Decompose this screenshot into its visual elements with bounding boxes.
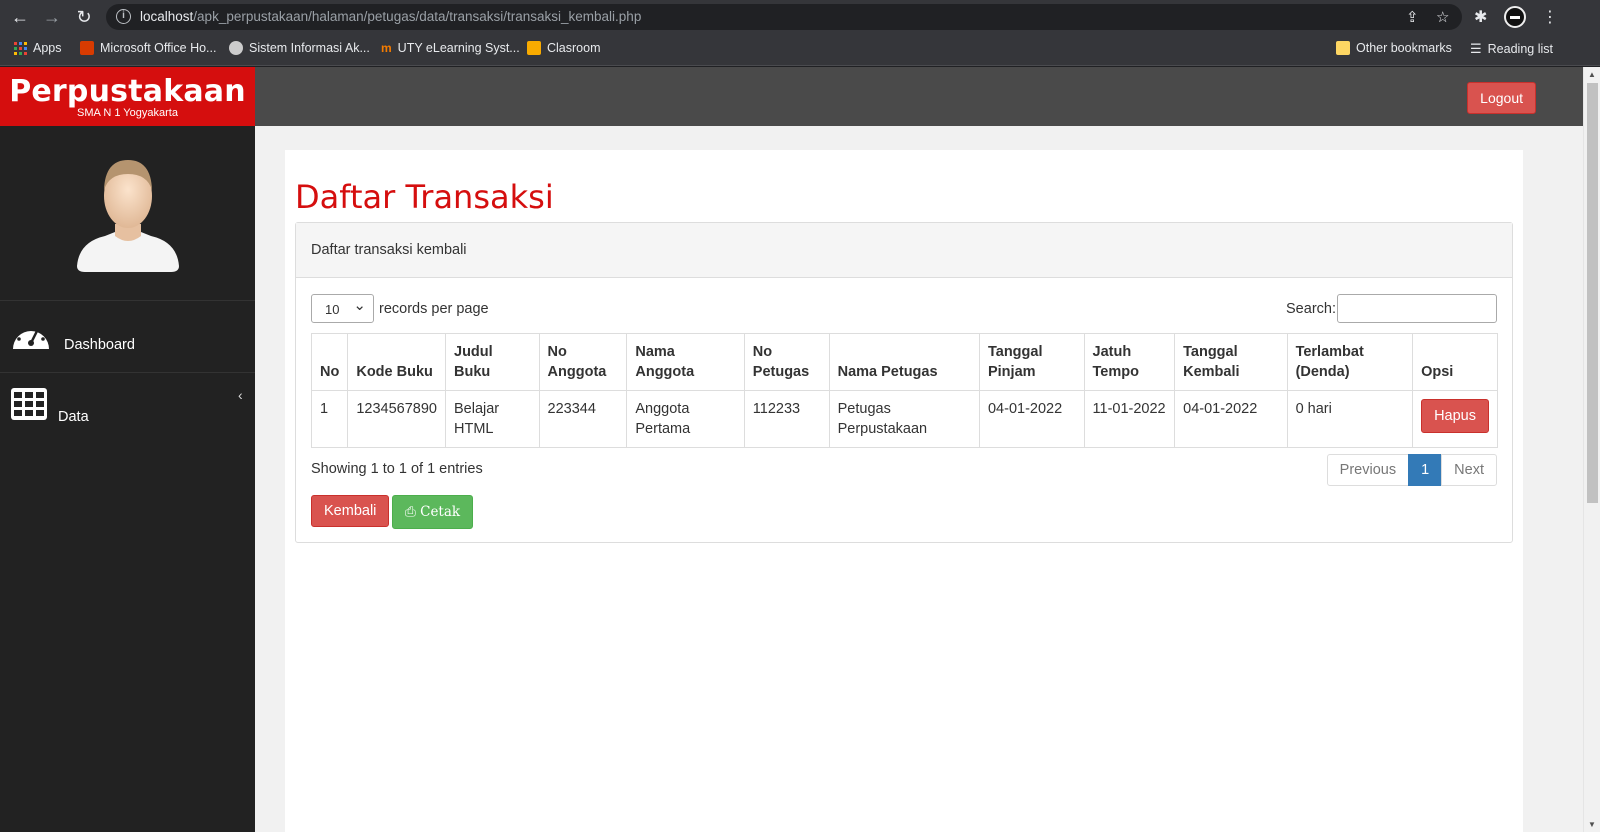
bookmarks-bar: Apps Microsoft Office Ho... Sistem Infor… <box>0 34 1600 66</box>
dashboard-gauge-icon <box>13 325 49 349</box>
bookmark-office[interactable]: Microsoft Office Ho... <box>80 41 216 55</box>
menu-kebab-icon[interactable]: ⋮ <box>1542 7 1558 27</box>
panel-heading: Daftar transaksi kembali <box>296 223 1512 278</box>
records-per-page-select[interactable]: 10 <box>311 294 374 323</box>
back-arrow-icon[interactable]: ← <box>10 7 30 27</box>
cell-no-petugas: 112233 <box>743 390 830 448</box>
table-grid-icon <box>11 388 47 420</box>
column-header[interactable]: Jatuh Tempo <box>1083 333 1176 391</box>
brand-name: Perpustakaan <box>9 74 246 109</box>
reading-list[interactable]: ☰ Reading list <box>1470 41 1553 57</box>
bookmark-classroom[interactable]: Clasroom <box>527 41 601 55</box>
column-header[interactable]: Kode Buku <box>347 333 446 391</box>
scroll-down-arrow-icon[interactable]: ▼ <box>1588 820 1596 829</box>
page-title: Daftar Transaksi <box>295 178 554 216</box>
cell-nama-anggota: Anggota Pertama <box>626 390 745 448</box>
siakad-icon <box>229 41 243 55</box>
records-per-page-label: records per page <box>379 300 489 317</box>
column-header[interactable]: Judul Buku <box>445 333 540 391</box>
sidebar: Dashboard Data ‹ <box>0 126 255 832</box>
table-info: Showing 1 to 1 of 1 entries <box>311 461 483 477</box>
pagination: Previous 1 Next <box>1326 454 1497 486</box>
user-avatar-icon <box>77 160 179 272</box>
cell-no-anggota: 223344 <box>538 390 628 448</box>
cell-judul-buku: Belajar HTML <box>445 390 540 448</box>
folder-icon <box>1336 41 1350 55</box>
chevron-left-icon[interactable]: ‹ <box>238 387 243 403</box>
sidebar-item-data[interactable]: Data ‹ <box>0 372 255 444</box>
bookmark-apps[interactable]: Apps <box>14 41 62 55</box>
column-header[interactable]: Tanggal Pinjam <box>978 333 1085 391</box>
reading-list-icon: ☰ <box>1470 41 1482 56</box>
table-header-row: No Kode Buku Judul Buku No Anggota Nama … <box>310 333 1498 391</box>
top-navbar: Logout <box>255 67 1583 126</box>
forward-arrow-icon[interactable]: → <box>42 7 62 27</box>
kembali-button[interactable]: Kembali <box>311 495 390 527</box>
logout-button[interactable]: Logout <box>1467 82 1536 114</box>
column-header[interactable]: Opsi <box>1412 333 1498 391</box>
main-content: Daftar Transaksi Daftar transaksi kembal… <box>285 150 1523 832</box>
reload-icon[interactable]: ↻ <box>74 7 94 27</box>
next-page-button[interactable]: Next <box>1441 454 1497 486</box>
printer-icon: ⎙ <box>405 504 416 520</box>
cell-terlambat: 0 hari <box>1286 390 1414 448</box>
column-header[interactable]: Terlambat (Denda) <box>1286 333 1414 391</box>
column-header[interactable]: Nama Anggota <box>626 333 745 391</box>
cell-nama-petugas: Petugas Perpustakaan <box>828 390 980 448</box>
cell-tanggal-pinjam: 04-01-2022 <box>978 390 1085 448</box>
search-input[interactable] <box>1337 294 1497 323</box>
cetak-label: Cetak <box>420 504 461 520</box>
previous-page-button[interactable]: Previous <box>1326 454 1410 486</box>
search-label: Search: <box>1286 300 1336 317</box>
column-header[interactable]: No Anggota <box>538 333 628 391</box>
search-control: Search: <box>1286 294 1497 323</box>
hapus-button[interactable]: Hapus <box>1421 399 1489 433</box>
apps-grid-icon <box>14 41 27 55</box>
profile-avatar[interactable] <box>1504 6 1526 28</box>
cell-opsi: Hapus <box>1412 390 1498 448</box>
column-header[interactable]: No <box>310 333 349 391</box>
column-header[interactable]: No Petugas <box>743 333 830 391</box>
table-row: 1 1234567890 Belajar HTML 223344 Anggota… <box>310 390 1498 448</box>
classroom-icon <box>527 41 541 55</box>
bookmark-other[interactable]: Other bookmarks <box>1336 41 1452 55</box>
transaction-panel: Daftar transaksi kembali 10 records per … <box>295 222 1513 543</box>
office-icon <box>80 41 94 55</box>
sidebar-item-label: Data <box>58 409 89 425</box>
cell-tanggal-kembali: 04-01-2022 <box>1174 390 1288 448</box>
bookmark-sistem-informasi[interactable]: Sistem Informasi Ak... <box>229 41 370 55</box>
brand-header: Perpustakaan SMA N 1 Yogyakarta <box>0 67 255 126</box>
extensions-puzzle-icon[interactable]: ✱ <box>1474 7 1487 27</box>
transactions-table: No Kode Buku Judul Buku No Anggota Nama … <box>310 333 1498 448</box>
info-icon[interactable]: i <box>116 9 131 24</box>
cell-no: 1 <box>310 390 349 448</box>
records-per-page: 10 records per page <box>311 294 489 323</box>
address-bar[interactable]: i localhost/apk_perpustakaan/halaman/pet… <box>106 4 1462 30</box>
column-header[interactable]: Tanggal Kembali <box>1174 333 1288 391</box>
sidebar-item-dashboard[interactable]: Dashboard <box>0 300 255 372</box>
page-viewport: Perpustakaan SMA N 1 Yogyakarta Logout D… <box>0 67 1583 832</box>
scrollbar-thumb[interactable] <box>1587 83 1598 503</box>
moodle-icon: m <box>381 41 392 55</box>
share-icon[interactable]: ⇪ <box>1406 8 1419 26</box>
page-scrollbar[interactable]: ▲ ▼ <box>1583 67 1600 832</box>
browser-toolbar: ← → ↻ i localhost/apk_perpustakaan/halam… <box>0 0 1600 34</box>
scroll-up-arrow-icon[interactable]: ▲ <box>1588 70 1596 79</box>
cell-jatuh-tempo: 11-01-2022 <box>1083 390 1176 448</box>
column-header[interactable]: Nama Petugas <box>828 333 980 391</box>
cell-kode-buku: 1234567890 <box>347 390 446 448</box>
cetak-button[interactable]: ⎙ Cetak <box>392 495 474 529</box>
url-text: localhost/apk_perpustakaan/halaman/petug… <box>140 9 642 24</box>
sidebar-item-label: Dashboard <box>64 337 135 353</box>
page-1-button[interactable]: 1 <box>1408 454 1443 486</box>
bookmark-uty[interactable]: m UTY eLearning Syst... <box>381 41 520 55</box>
star-icon[interactable]: ☆ <box>1436 8 1449 26</box>
